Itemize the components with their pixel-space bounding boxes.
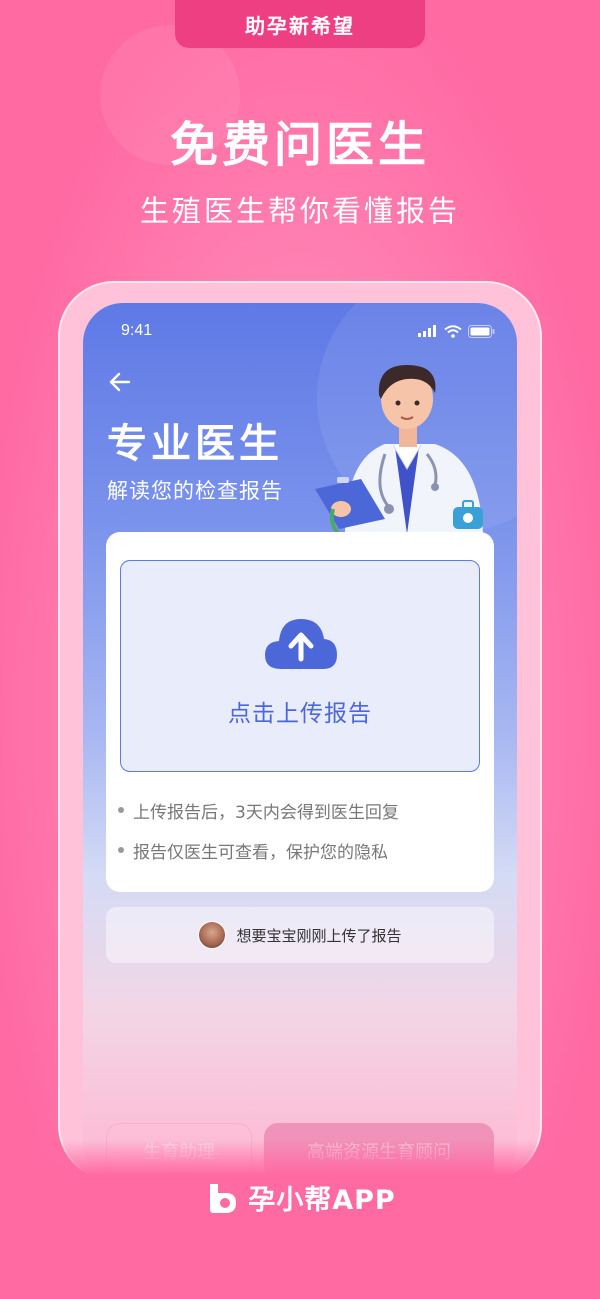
bullet-dot [118, 807, 124, 813]
battery-icon [468, 324, 495, 338]
tips-list: 上传报告后，3天内会得到医生回复 报告仅医生可查看，保护您的隐私 [118, 800, 399, 880]
hero-title: 免费问医生 [169, 117, 430, 173]
screen-title: 专业医生 [107, 421, 283, 467]
brand-footer: 孕小帮APP [0, 1178, 600, 1217]
upload-label: 点击上传报告 [228, 701, 372, 727]
phone-screen: 9:41 专业医生 解读您的检查报告 点击上传报告 上传报告后，3天内会得到医生… [83, 303, 517, 1183]
signal-icon [418, 325, 436, 337]
bullet-dot [118, 847, 124, 853]
upload-area[interactable]: 点击上传报告 [120, 560, 480, 772]
upload-card: 点击上传报告 上传报告后，3天内会得到医生回复 报告仅医生可查看，保护您的隐私 [106, 532, 494, 892]
status-icons [418, 324, 495, 338]
tip-text: 报告仅医生可查看，保护您的隐私 [133, 842, 388, 863]
doctor-illustration [315, 365, 483, 534]
brand-name: 孕小帮APP [248, 1185, 396, 1216]
status-time: 9:41 [121, 322, 153, 339]
arrow-left-icon[interactable] [107, 369, 133, 395]
tip-text: 上传报告后，3天内会得到医生回复 [133, 802, 399, 823]
status-bar: 9:41 [83, 303, 517, 359]
avatar [198, 921, 227, 949]
brand-logo-icon [210, 1183, 237, 1213]
top-tag: 助孕新希望 [175, 0, 425, 48]
tip-item: 报告仅医生可查看，保护您的隐私 [118, 840, 399, 863]
notice-text: 想要宝宝刚刚上传了报告 [236, 926, 402, 945]
bottom-fade [0, 1140, 600, 1299]
upload-notice: 想要宝宝刚刚上传了报告 [106, 907, 494, 963]
wifi-icon [444, 324, 462, 338]
cloud-upload-icon [265, 619, 337, 669]
tip-item: 上传报告后，3天内会得到医生回复 [118, 800, 399, 823]
hero-subtitle: 生殖医生帮你看懂报告 [139, 194, 460, 228]
screen-subtitle: 解读您的检查报告 [107, 479, 283, 503]
